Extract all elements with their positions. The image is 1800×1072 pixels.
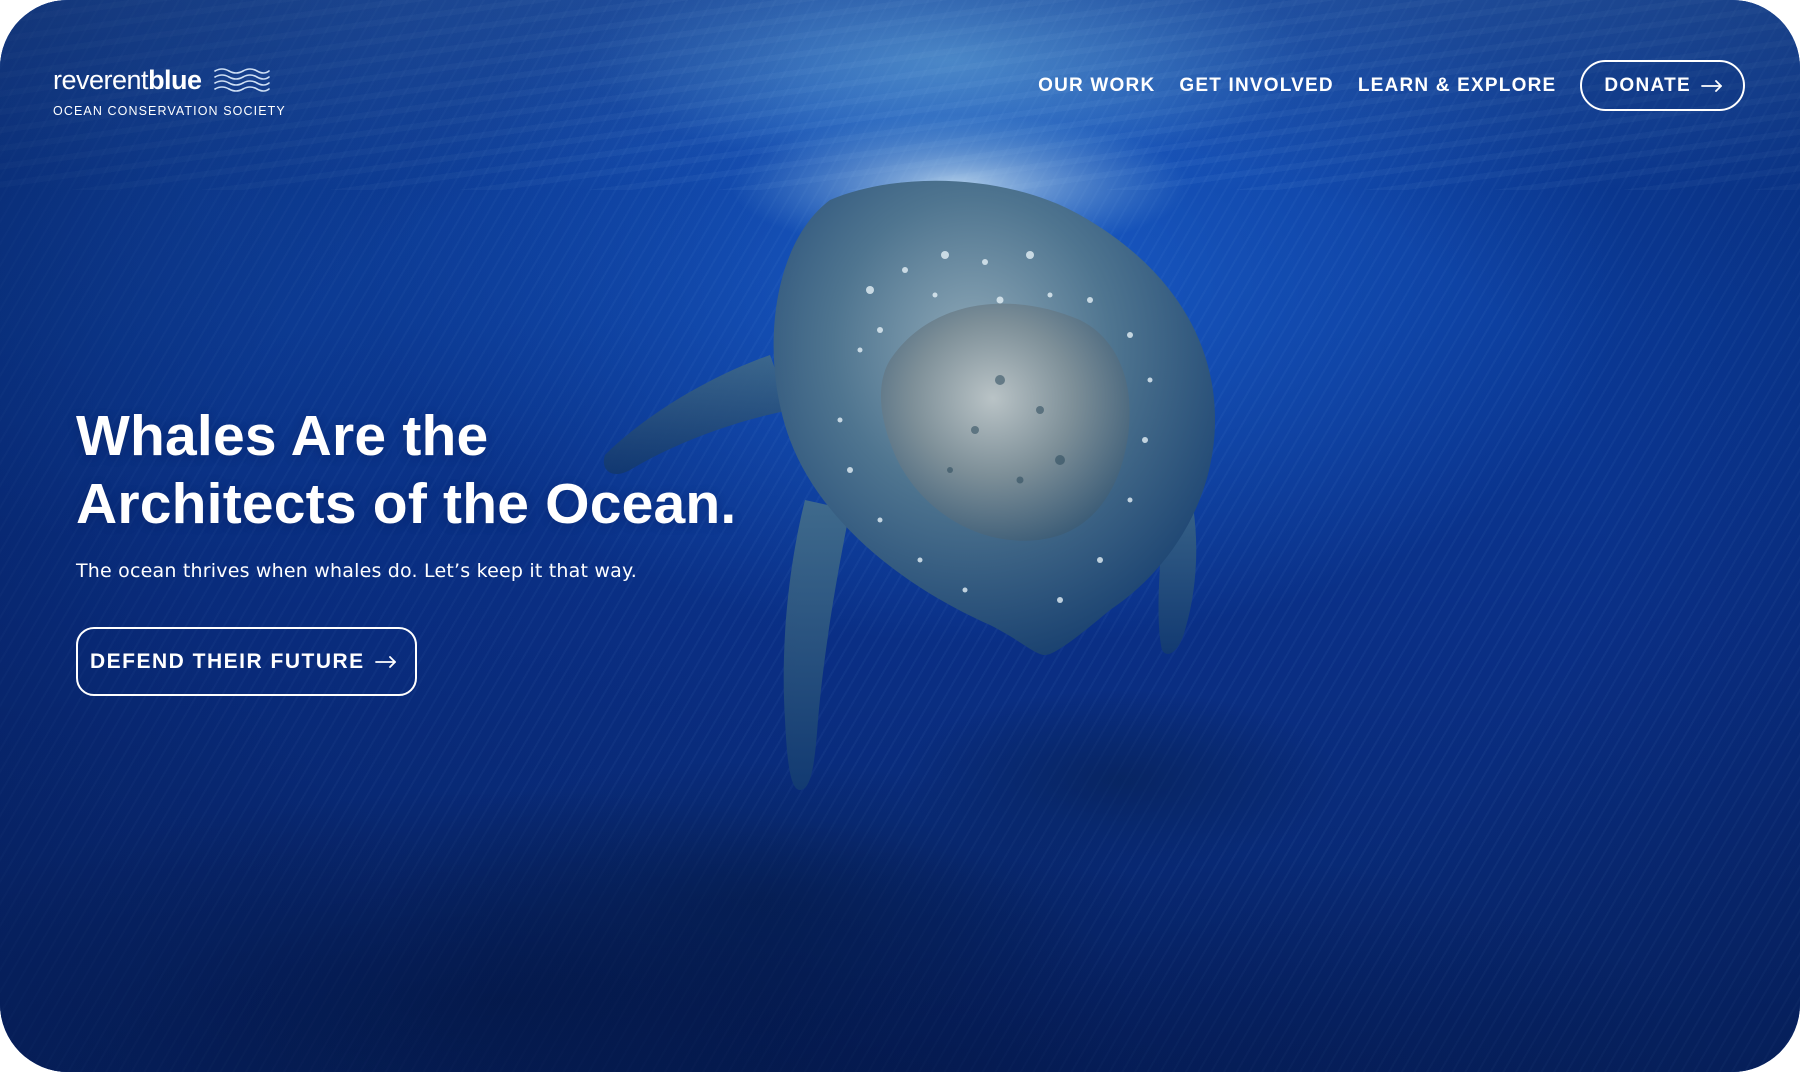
brand-name-bold: blue <box>148 65 202 95</box>
arrow-right-icon <box>1701 79 1722 92</box>
hero-subtitle: The ocean thrives when whales do. Let’s … <box>76 560 637 582</box>
donate-button-label: DONATE <box>1604 74 1691 96</box>
hero-title-line-1: Whales Are the <box>76 404 489 468</box>
cta-button-label: DEFEND THEIR FUTURE <box>90 649 365 673</box>
brand-name: reverentblue <box>53 64 202 96</box>
brand-row: reverentblue <box>53 64 286 96</box>
brand-tagline: OCEAN CONSERVATION SOCIETY <box>53 104 286 118</box>
brand-name-light: reverent <box>53 65 149 95</box>
main-nav: OUR WORK GET INVOLVED LEARN & EXPLORE DO… <box>1038 60 1745 111</box>
arrow-right-icon <box>374 655 396 668</box>
nav-item-learn-explore[interactable]: LEARN & EXPLORE <box>1358 75 1557 97</box>
nav-item-get-involved[interactable]: GET INVOLVED <box>1179 75 1333 97</box>
hero-title-line-2: Architects of the Ocean. <box>76 472 737 536</box>
waves-icon <box>213 68 270 92</box>
page-frame: reverentblue OCEAN CONSERVATION SOCIETY … <box>0 0 1800 1072</box>
donate-button[interactable]: DONATE <box>1580 60 1745 111</box>
nav-item-our-work[interactable]: OUR WORK <box>1038 75 1155 97</box>
hero-title: Whales Are the Architects of the Ocean. <box>76 402 896 538</box>
brand-logo[interactable]: reverentblue OCEAN CONSERVATION SOCIETY <box>53 64 286 119</box>
defend-their-future-button[interactable]: DEFEND THEIR FUTURE <box>76 627 417 696</box>
